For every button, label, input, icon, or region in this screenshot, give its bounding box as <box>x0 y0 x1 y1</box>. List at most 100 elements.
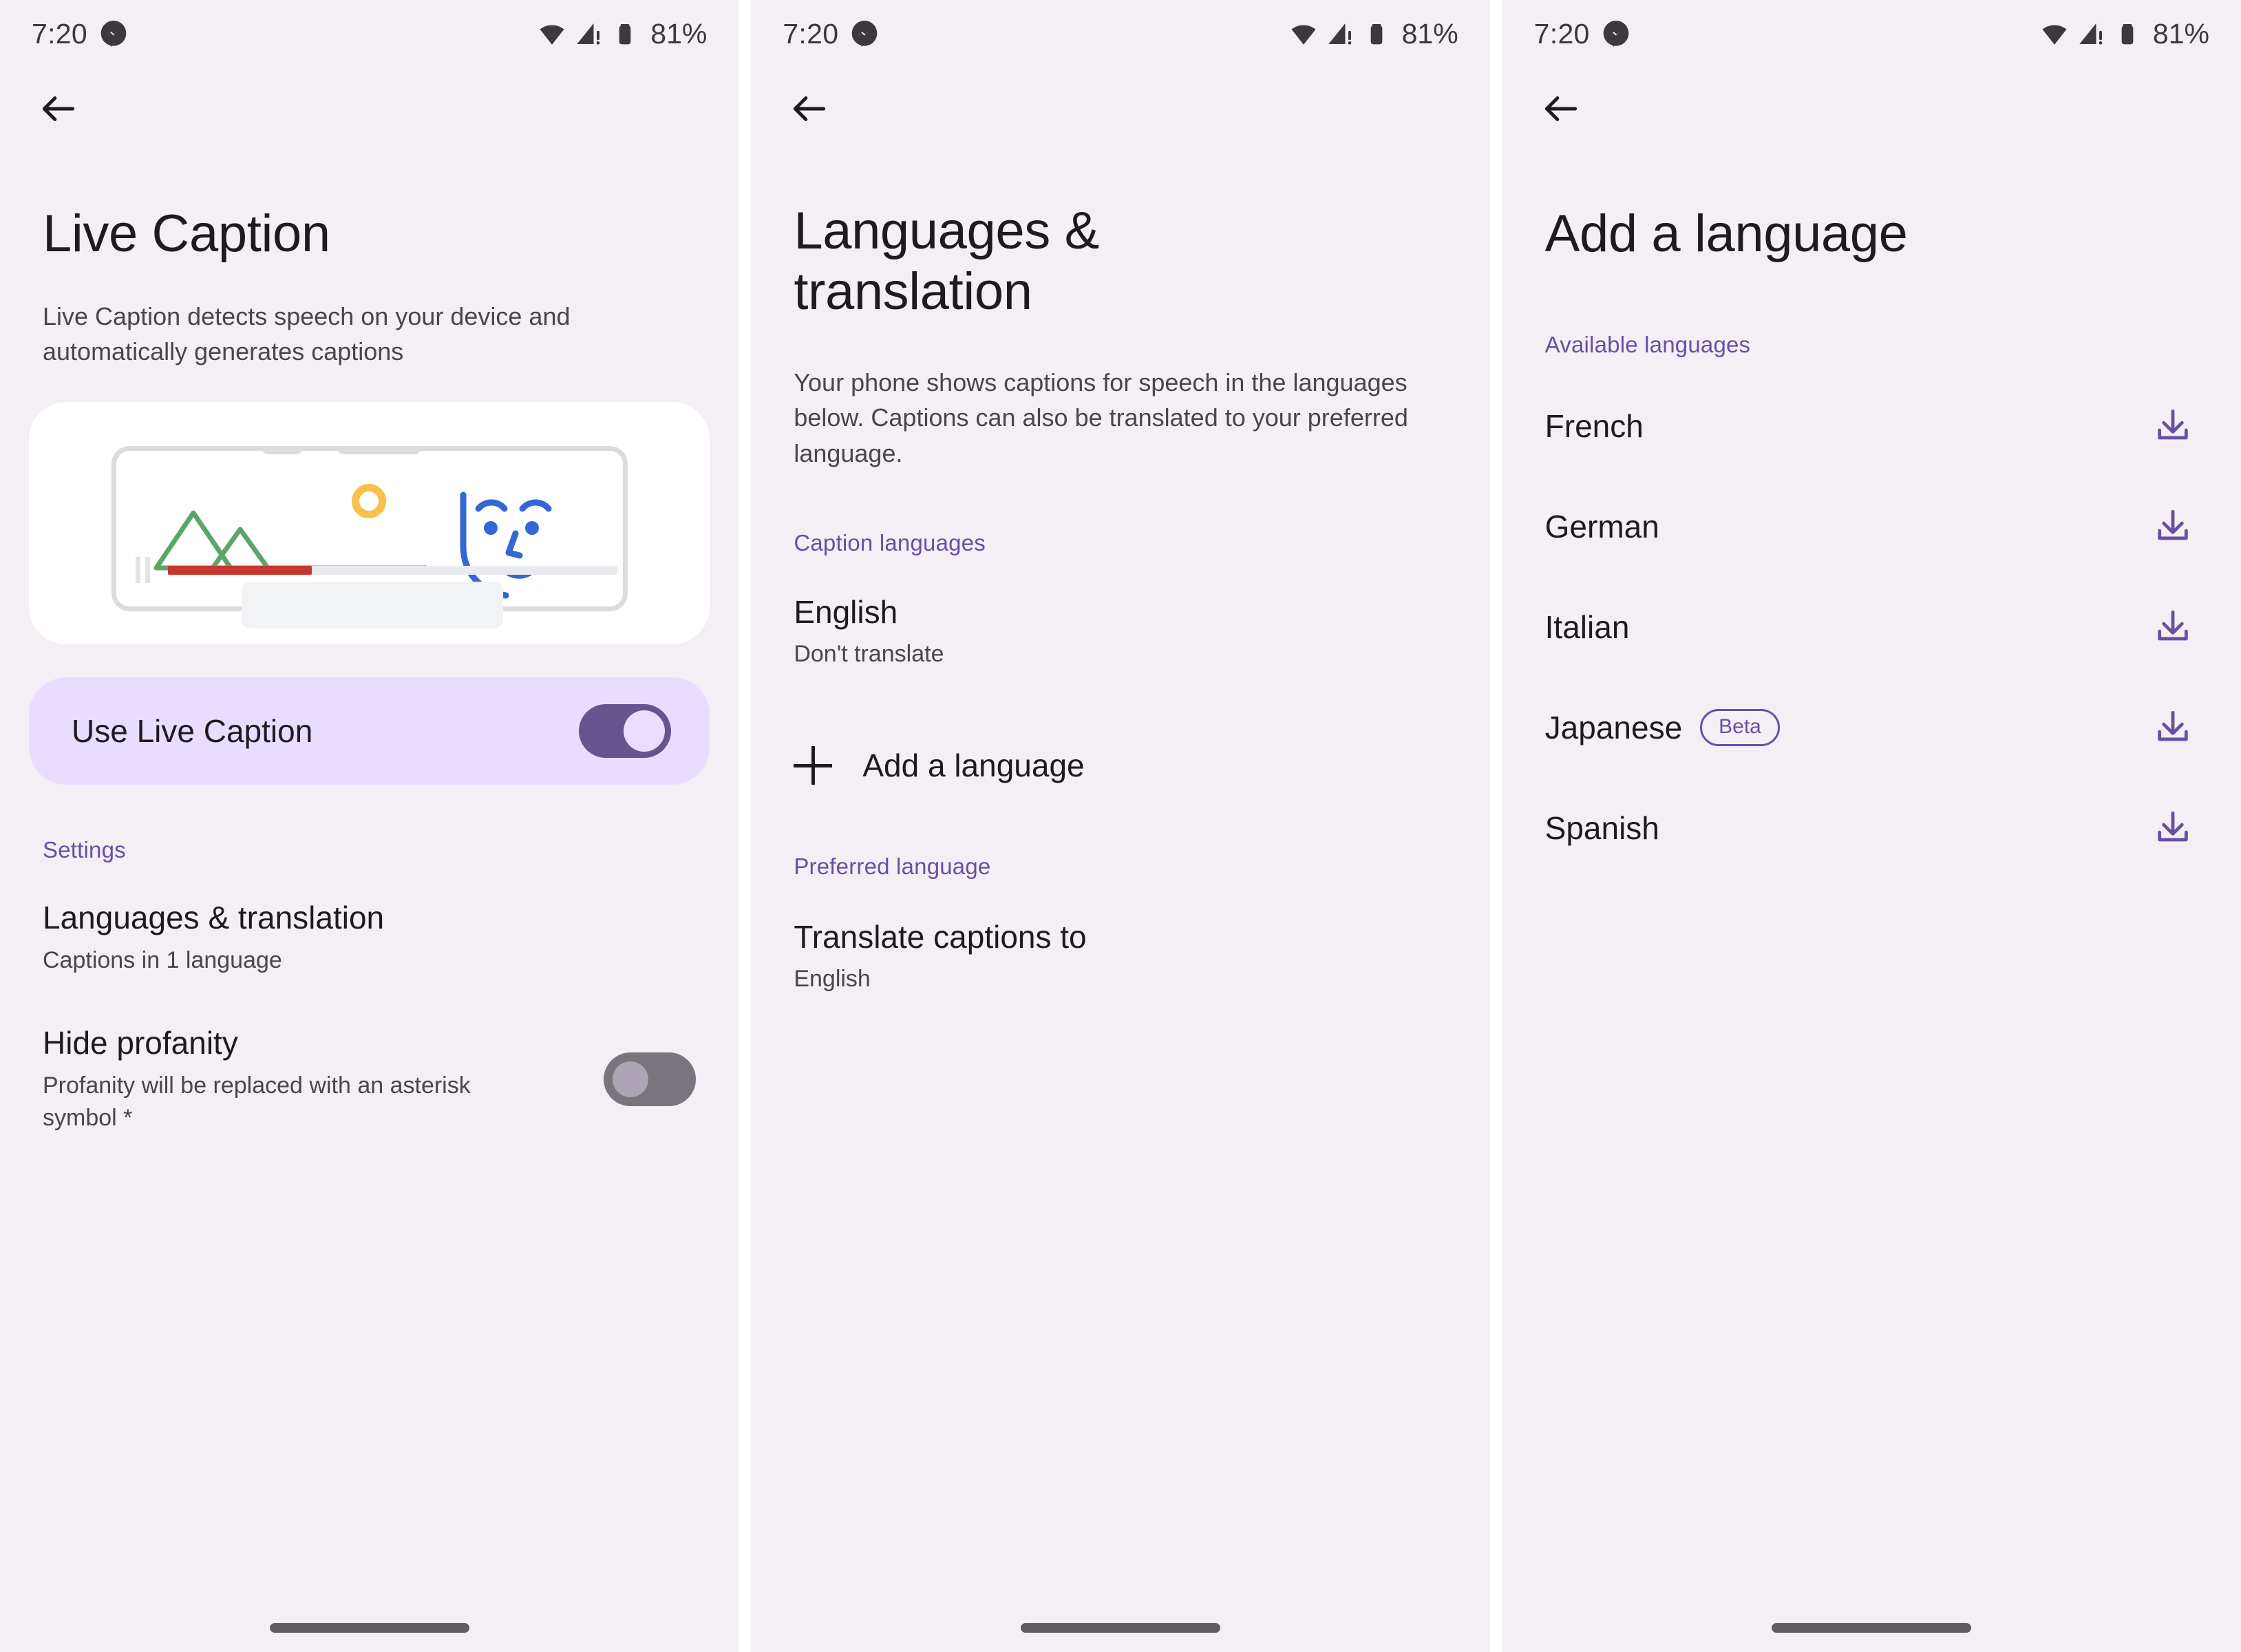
list-item-hide-profanity[interactable]: Hide profanity Profanity will be replace… <box>0 1024 739 1134</box>
available-languages-label: Available languages <box>1544 332 1751 358</box>
status-bar: 7:20 81% <box>0 0 739 67</box>
list-item-german[interactable]: German <box>1502 476 2241 577</box>
page-title: Add a language <box>1544 204 1908 263</box>
home-indicator[interactable] <box>1020 1623 1220 1633</box>
device-notch-left <box>262 446 302 455</box>
screen-live-caption: 7:20 81% Live Caption Live Caption detec… <box>0 0 739 1652</box>
toggle-knob <box>613 1061 649 1097</box>
battery-icon <box>1363 20 1390 47</box>
device-notch-right <box>338 446 421 455</box>
list-item-subtitle: Profanity will be replaced with an aster… <box>43 1072 471 1131</box>
use-live-caption-row[interactable]: Use Live Caption <box>29 677 710 785</box>
preferred-language-label: Preferred language <box>794 853 991 879</box>
live-caption-illustration <box>29 402 710 645</box>
wifi-icon <box>538 20 566 47</box>
list-item-english[interactable]: English Don't translate <box>751 593 1489 670</box>
status-bar-right: 81% <box>538 18 707 50</box>
pause-icon <box>136 557 150 584</box>
page-title: Live Caption <box>43 204 330 263</box>
battery-icon <box>611 20 639 47</box>
list-item-title: English <box>794 593 898 630</box>
caption-languages-label: Caption languages <box>794 529 986 555</box>
page-description: Your phone shows captions for speech in … <box>794 368 1408 467</box>
progress-bar-fill <box>168 565 312 575</box>
wifi-icon <box>1290 20 1317 47</box>
home-indicator[interactable] <box>1772 1623 1972 1633</box>
cellular-signal-warning-icon <box>1326 20 1354 47</box>
status-bar-left: 7:20 <box>783 18 878 50</box>
language-name: French <box>1544 408 1644 445</box>
status-bar-clock: 7:20 <box>1533 17 1590 50</box>
page-description: Live Caption detects speech on your devi… <box>43 302 571 366</box>
status-bar: 7:20 81% <box>751 0 1489 67</box>
list-item-languages-translation[interactable]: Languages & translation Captions in 1 la… <box>0 899 739 976</box>
page-title: Languages & translation <box>794 202 1099 321</box>
device-frame-graphic <box>111 446 628 629</box>
status-bar-right: 81% <box>2041 18 2209 50</box>
status-bar-right: 81% <box>1290 18 1458 50</box>
list-item-french[interactable]: French <box>1502 376 2241 476</box>
status-bar-clock: 7:20 <box>783 17 839 50</box>
toggle-knob <box>624 710 666 752</box>
hide-profanity-toggle[interactable] <box>604 1052 697 1106</box>
list-item-italian[interactable]: Italian <box>1502 577 2241 677</box>
app-bar <box>1502 67 2241 150</box>
screen-languages-translation: 7:20 81% Languages & translation Your ph… <box>751 0 1490 1652</box>
progress-bar[interactable] <box>168 565 617 575</box>
available-languages-list: French German Italian Japanese Beta Span… <box>1502 376 2241 878</box>
use-live-caption-label: Use Live Caption <box>72 713 313 750</box>
screen-add-a-language: 7:20 81% Add a language Available langua… <box>1502 0 2241 1652</box>
list-item-title: Languages & translation <box>43 900 385 936</box>
app-bar <box>0 67 739 150</box>
back-arrow-icon[interactable] <box>29 79 88 138</box>
app-bar <box>751 67 1489 150</box>
battery-percentage: 81% <box>650 17 708 50</box>
download-icon[interactable] <box>2147 803 2198 854</box>
wifi-icon <box>2041 20 2068 47</box>
cellular-signal-warning-icon <box>2077 20 2105 47</box>
list-item-texts: Hide profanity Profanity will be replace… <box>43 1024 583 1134</box>
list-item-subtitle: English <box>794 965 871 992</box>
battery-percentage: 81% <box>1401 17 1458 50</box>
settings-section-label: Settings <box>43 837 126 863</box>
download-icon[interactable] <box>2147 401 2198 452</box>
language-name: Japanese <box>1544 710 1683 746</box>
language-name: German <box>1544 509 1659 545</box>
status-bar-clock: 7:20 <box>32 17 87 50</box>
caption-placeholder-box <box>242 582 503 629</box>
battery-icon <box>2114 20 2141 47</box>
status-bar-left: 7:20 <box>1534 18 1630 50</box>
cellular-signal-warning-icon <box>575 20 602 47</box>
list-item-left: Japanese Beta <box>1544 709 1780 747</box>
back-arrow-icon[interactable] <box>1531 79 1591 138</box>
list-item-japanese[interactable]: Japanese Beta <box>1502 677 2241 778</box>
list-item-left: Italian <box>1545 608 1630 646</box>
messenger-icon <box>1602 20 1630 47</box>
list-item-left: German <box>1545 508 1659 545</box>
language-name: Spanish <box>1544 810 1659 847</box>
list-item-left: Spanish <box>1545 809 1659 847</box>
use-live-caption-toggle[interactable] <box>579 704 672 759</box>
list-item-title: Hide profanity <box>43 1025 238 1061</box>
battery-percentage: 81% <box>2152 17 2209 50</box>
list-item-left: French <box>1545 407 1644 445</box>
download-icon[interactable] <box>2147 702 2198 753</box>
messenger-icon <box>100 20 127 47</box>
media-player-controls <box>136 557 617 584</box>
status-bar: 7:20 81% <box>1502 0 2241 67</box>
language-name: Italian <box>1544 609 1630 646</box>
add-a-language-button[interactable]: Add a language <box>751 745 1489 785</box>
three-screen-comparison: 7:20 81% Live Caption Live Caption detec… <box>0 0 2241 1652</box>
list-item-title: Translate captions to <box>794 918 1087 955</box>
download-icon[interactable] <box>2147 602 2198 653</box>
status-badge: Beta <box>1700 709 1780 747</box>
download-icon[interactable] <box>2147 501 2198 552</box>
home-indicator[interactable] <box>269 1623 469 1633</box>
add-a-language-label: Add a language <box>862 747 1085 783</box>
list-item-spanish[interactable]: Spanish <box>1502 778 2241 878</box>
list-item-translate-captions-to[interactable]: Translate captions to English <box>751 918 1489 995</box>
list-item-subtitle: Don't translate <box>794 640 944 667</box>
back-arrow-icon[interactable] <box>780 79 839 138</box>
list-item-subtitle: Captions in 1 language <box>43 946 282 973</box>
messenger-icon <box>851 20 878 47</box>
